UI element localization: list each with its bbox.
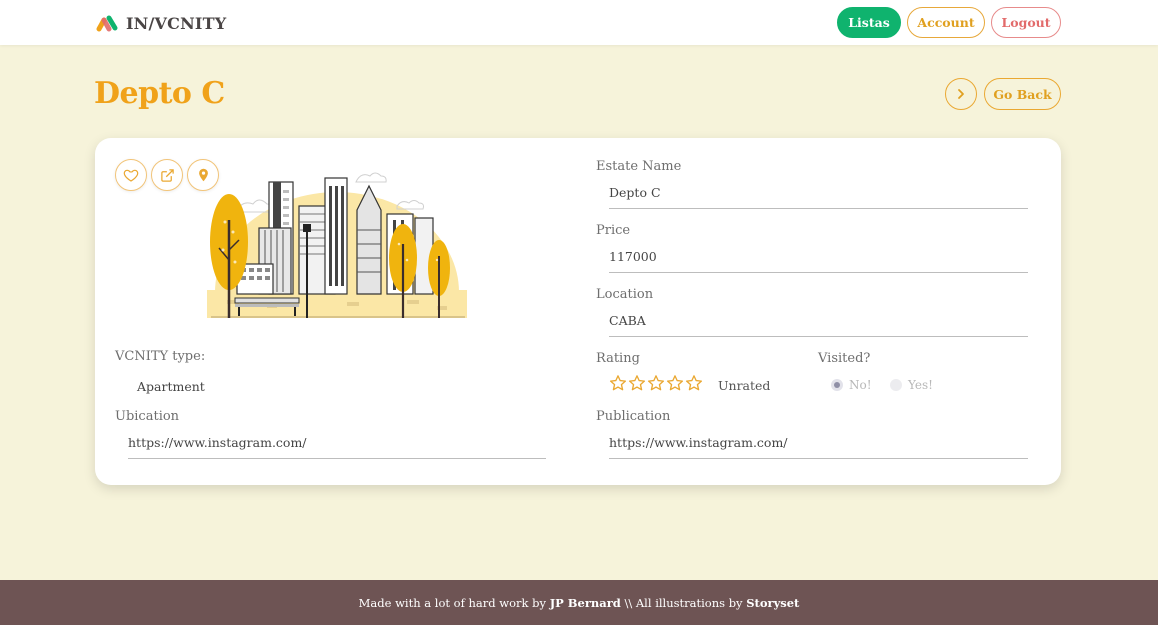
go-back-button[interactable]: Go Back [984,78,1061,110]
logout-button[interactable]: Logout [991,7,1061,38]
footer-prefix: Made with a lot of hard work by [358,595,550,610]
star-icon[interactable] [609,374,627,392]
favorite-button[interactable] [115,159,147,191]
price-field[interactable]: 117000 [609,249,657,264]
rating-label: Rating [596,351,640,366]
location-label: Location [596,287,654,302]
visited-no-radio[interactable] [831,379,843,391]
estate-name-field[interactable]: Depto C [609,185,661,200]
publication-label: Publication [596,409,671,424]
rating-stars [609,374,703,392]
star-icon[interactable] [666,374,684,392]
visited-yes-radio[interactable] [890,379,902,391]
vcnity-type-label: VCNITY type: [115,349,206,364]
ubication-label: Ubication [115,409,180,424]
open-link-button[interactable] [151,159,183,191]
vcnity-type-value: Apartment [137,379,205,394]
location-underline [609,336,1028,337]
visited-yes-option[interactable]: Yes! [890,378,933,392]
ubication-underline [128,458,546,459]
page-title: Depto C [94,76,225,111]
estate-card: VCNITY type: Apartment Ubication https:/… [95,138,1061,485]
star-icon[interactable] [647,374,665,392]
footer: Made with a lot of hard work by JP Berna… [0,580,1158,625]
price-label: Price [596,223,631,238]
navbar: IN/VCNITY Listas Account Logout [0,0,1158,45]
visited-no-option[interactable]: No! [831,378,872,392]
estate-name-label: Estate Name [596,159,682,174]
location-field[interactable]: CABA [609,313,646,328]
estate-name-underline [609,208,1028,209]
visited-yes-label: Yes! [908,378,933,392]
heart-icon [123,169,139,182]
publication-underline [609,458,1028,459]
next-button[interactable] [945,78,977,110]
star-icon[interactable] [685,374,703,392]
publication-field[interactable]: https://www.instagram.com/ [609,435,788,450]
footer-author[interactable]: JP Bernard [550,596,621,610]
account-button[interactable]: Account [907,7,985,38]
brand-logo[interactable]: IN/VCNITY [95,11,226,35]
brand-name: IN/VCNITY [126,13,227,33]
city-illustration [207,172,467,318]
star-icon[interactable] [628,374,646,392]
ubication-field[interactable]: https://www.instagram.com/ [128,435,307,450]
footer-middle: \\ All illustrations by [620,595,747,610]
external-link-icon [160,168,174,182]
footer-credit[interactable]: Storyset [746,596,799,610]
logo-icon [96,15,118,32]
rating-text: Unrated [718,378,771,393]
price-underline [609,272,1028,273]
chevron-right-icon [958,89,964,99]
visited-label: Visited? [818,351,871,366]
listas-button[interactable]: Listas [837,7,901,38]
visited-no-label: No! [849,378,872,392]
